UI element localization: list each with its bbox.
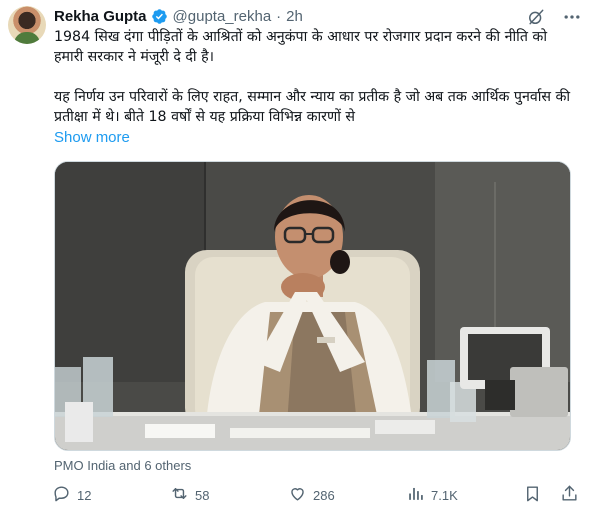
tweet-paragraph-1: 1984 सिख दंगा पीड़ितों के आश्रितों को अन… bbox=[54, 29, 547, 65]
photo-illustration bbox=[55, 162, 570, 450]
tweet-action-bar: 12 58 286 7.1K bbox=[52, 484, 582, 506]
header-separator: · bbox=[276, 7, 282, 25]
more-icon[interactable] bbox=[562, 7, 582, 27]
share-button[interactable] bbox=[560, 484, 579, 506]
bookmark-button[interactable] bbox=[523, 484, 542, 506]
tweet-timestamp[interactable]: 2h bbox=[286, 8, 303, 25]
like-button[interactable]: 286 bbox=[288, 484, 335, 506]
reply-icon bbox=[52, 484, 71, 506]
share-icon bbox=[560, 484, 579, 506]
author-name[interactable]: Rekha Gupta bbox=[54, 8, 147, 25]
tweet-header: Rekha Gupta @gupta_rekha · 2h bbox=[54, 6, 303, 26]
tweet-photo[interactable] bbox=[54, 161, 571, 451]
repost-button[interactable]: 58 bbox=[170, 484, 209, 506]
like-count: 286 bbox=[313, 487, 335, 503]
verified-badge-icon bbox=[151, 8, 168, 25]
reply-count: 12 bbox=[77, 487, 92, 503]
views-button[interactable]: 7.1K bbox=[406, 484, 458, 506]
tweet-paragraph-2: यह निर्णय उन परिवारों के लिए राहत, सम्मा… bbox=[54, 89, 571, 125]
like-icon bbox=[288, 484, 307, 506]
photo-tags[interactable]: PMO India and 6 others bbox=[54, 458, 191, 473]
author-handle[interactable]: @gupta_rekha bbox=[173, 8, 272, 25]
repost-icon bbox=[170, 484, 189, 506]
avatar[interactable] bbox=[8, 6, 46, 44]
tweet-top-actions bbox=[526, 7, 582, 27]
repost-count: 58 bbox=[195, 487, 210, 503]
views-icon bbox=[406, 484, 425, 506]
tweet[interactable]: Rekha Gupta @gupta_rekha · 2h 1984 सिख द… bbox=[0, 0, 600, 515]
avatar-shoulders bbox=[14, 32, 40, 44]
grok-icon[interactable] bbox=[526, 7, 546, 27]
bookmark-icon bbox=[523, 484, 542, 506]
views-count: 7.1K bbox=[431, 487, 458, 503]
reply-button[interactable]: 12 bbox=[52, 484, 91, 506]
tweet-text: 1984 सिख दंगा पीड़ितों के आश्रितों को अन… bbox=[54, 27, 574, 127]
show-more-link[interactable]: Show more bbox=[54, 129, 130, 146]
